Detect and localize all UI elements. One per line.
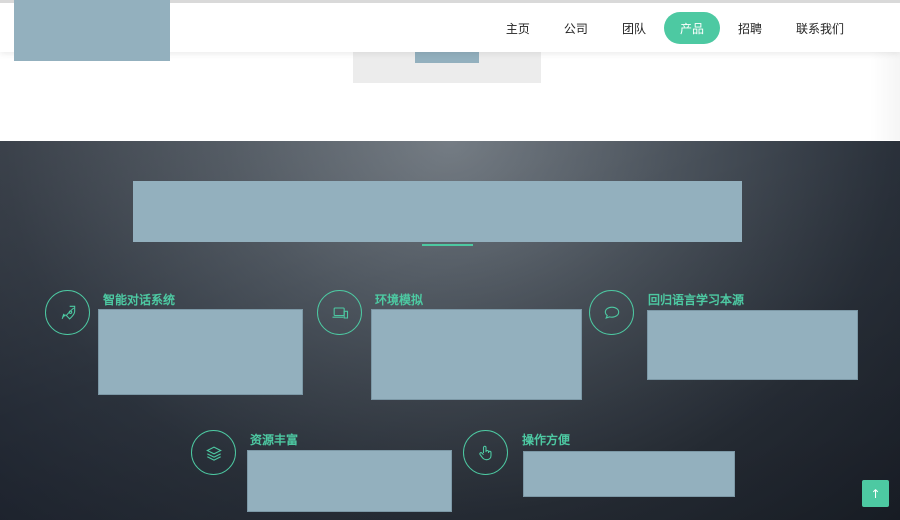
hand-pointer-icon xyxy=(463,430,508,475)
speech-bubble-icon xyxy=(589,290,634,335)
nav-item-jobs[interactable]: 招聘 xyxy=(722,12,778,44)
feature-title: 资源丰富 xyxy=(250,433,299,447)
features-section: 智能对话系统 环境模拟 回归语言学习本源 资源丰富 操作方便 xyxy=(0,141,900,520)
section-heading-image xyxy=(133,181,742,242)
heading-underline xyxy=(422,244,473,246)
feature-image-placeholder xyxy=(523,451,735,497)
feature-image-placeholder xyxy=(647,310,858,380)
feature-title: 操作方便 xyxy=(522,433,571,447)
laptop-icon xyxy=(317,290,362,335)
layers-icon xyxy=(191,430,236,475)
feature-title: 环境模拟 xyxy=(375,293,424,307)
main-nav: 主页 公司 团队 产品 招聘 联系我们 xyxy=(488,12,860,44)
rocket-icon xyxy=(45,290,90,335)
top-image-panel xyxy=(353,45,541,83)
arrow-up-icon: ↑ xyxy=(870,486,881,501)
nav-item-team[interactable]: 团队 xyxy=(606,12,662,44)
nav-item-company[interactable]: 公司 xyxy=(548,12,604,44)
feature-image-placeholder xyxy=(247,450,452,512)
feature-title: 回归语言学习本源 xyxy=(648,293,745,307)
feature-image-placeholder xyxy=(98,309,303,395)
logo-image[interactable] xyxy=(14,0,170,61)
feature-title: 智能对话系统 xyxy=(103,293,176,307)
back-to-top-button[interactable]: ↑ xyxy=(862,480,889,507)
feature-image-placeholder xyxy=(371,309,582,400)
nav-item-products[interactable]: 产品 xyxy=(663,12,720,44)
nav-item-home[interactable]: 主页 xyxy=(490,12,546,44)
nav-item-contact[interactable]: 联系我们 xyxy=(780,12,860,44)
